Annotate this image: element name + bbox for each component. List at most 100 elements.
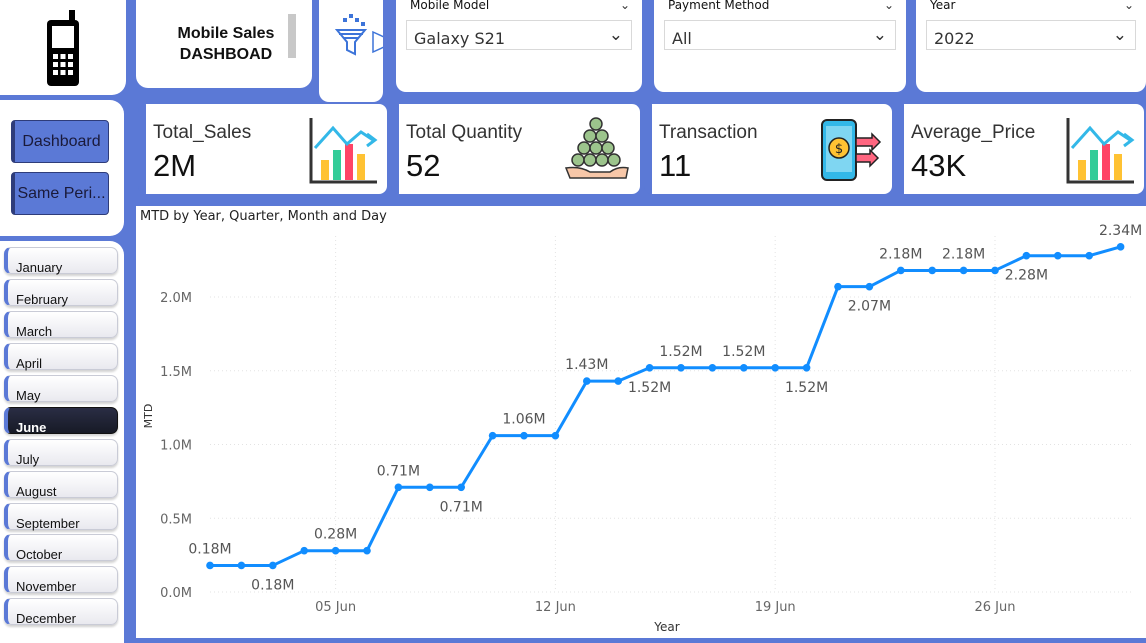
data-point (865, 282, 874, 291)
chevron-down-icon[interactable]: ⌄ (1113, 25, 1127, 45)
x-axis-title: Year (653, 620, 679, 634)
data-point (614, 377, 622, 385)
filter-funnel-icon (334, 14, 397, 56)
bar-chart-icon (1066, 118, 1135, 184)
x-tick-label: 26 Jun (975, 600, 1016, 615)
month-item-january[interactable]: January (4, 247, 118, 274)
month-item-april[interactable]: April (4, 343, 118, 370)
data-label: 0.71M (440, 499, 483, 515)
kpi-title: Transaction (659, 122, 758, 143)
data-point (928, 266, 936, 275)
data-point (645, 364, 654, 372)
filter-button[interactable] (319, 0, 397, 102)
data-point (708, 364, 717, 372)
kpi-title: Total_Sales (153, 122, 252, 143)
payment-method-label: Payment Method (668, 0, 770, 12)
mobile-model-value: Galaxy S21 (414, 29, 505, 48)
data-point (897, 266, 905, 275)
chevron-down-icon[interactable]: ⌄ (620, 0, 630, 12)
mobile-model-label: Mobile Model (410, 0, 490, 12)
data-point (740, 364, 748, 372)
data-point (834, 282, 842, 291)
data-label: 0.28M (314, 527, 357, 543)
month-item-december[interactable]: December (4, 598, 118, 625)
x-tick-label: 05 Jun (315, 600, 356, 615)
svg-text:$: $ (835, 142, 843, 157)
data-point (363, 546, 371, 555)
chevron-down-icon[interactable]: ⌄ (609, 25, 623, 45)
dashboard-nav-button[interactable]: Dashboard (11, 120, 109, 163)
data-point (520, 431, 528, 440)
chevron-down-icon[interactable]: ⌄ (873, 25, 887, 45)
mobile-model-slicer: Mobile Model ⌄ Galaxy S21 ⌄ (396, 0, 642, 92)
kpi-value: 43K (911, 148, 967, 183)
title-line-2: DASHBOAD (179, 46, 273, 63)
data-label: 1.52M (722, 344, 765, 360)
month-item-november[interactable]: November (4, 566, 118, 593)
month-item-september[interactable]: September (4, 503, 118, 530)
y-tick-label: 0.5M (160, 512, 192, 527)
data-label: 1.43M (565, 357, 608, 373)
mobile-model-dropdown[interactable]: Galaxy S21 ⌄ (406, 20, 632, 50)
data-point (331, 546, 340, 555)
data-point (206, 561, 214, 570)
logo-card (0, 0, 126, 95)
month-item-march[interactable]: March (4, 311, 118, 338)
year-label: Year (930, 0, 956, 12)
chart-title: MTD by Year, Quarter, Month and Day (140, 209, 387, 224)
chevron-down-icon[interactable]: ⌄ (884, 0, 894, 12)
kpi-value: 2M (153, 148, 197, 183)
chevron-down-icon[interactable]: ⌄ (1124, 0, 1134, 12)
year-value: 2022 (934, 29, 975, 48)
y-axis-title: MTD (142, 404, 155, 429)
data-label: 1.52M (785, 380, 828, 396)
side-navigation: Dashboard Same Peri... (0, 100, 124, 236)
y-tick-label: 1.5M (160, 365, 192, 380)
same-period-nav-button[interactable]: Same Peri... (11, 172, 109, 215)
x-tick-label: 19 Jun (755, 600, 796, 615)
month-item-august[interactable]: August (4, 471, 118, 498)
mobile-phone-icon (47, 9, 79, 86)
month-item-may[interactable]: May (4, 375, 118, 402)
data-label: 1.52M (659, 344, 702, 360)
data-point (300, 546, 308, 555)
data-label: 1.06M (502, 412, 545, 428)
month-item-july[interactable]: July (4, 439, 118, 466)
month-item-february[interactable]: February (4, 279, 118, 306)
data-point (269, 561, 277, 570)
month-slicer-panel: January February March April May June Ju… (0, 241, 124, 643)
dashboard-title-card: Mobile Sales DASHBOAD (136, 0, 312, 88)
data-label: 2.07M (848, 299, 891, 315)
kpi-title: Average_Price (911, 122, 1036, 143)
x-tick-label: 12 Jun (535, 600, 576, 615)
payment-method-dropdown[interactable]: All ⌄ (664, 20, 896, 50)
data-point (457, 483, 466, 492)
data-point (677, 364, 685, 372)
data-label: 2.18M (942, 246, 985, 262)
month-item-october[interactable]: October (4, 534, 118, 561)
data-label: 1.52M (628, 380, 671, 396)
data-point (394, 483, 403, 492)
kpi-transaction: Transaction 11 $ (644, 104, 892, 194)
data-point (1054, 251, 1062, 260)
data-point (771, 364, 779, 372)
kpi-total-sales: Total_Sales 2M (138, 104, 387, 194)
title-accent-bar (288, 14, 296, 58)
year-slicer: Year ⌄ 2022 ⌄ (916, 0, 1146, 92)
coins-hand-icon (564, 117, 629, 179)
data-point (551, 431, 560, 440)
bar-chart-icon (309, 118, 378, 184)
data-point (991, 266, 999, 275)
kpi-average-price: Average_Price 43K (896, 104, 1144, 194)
kpi-total-quantity: Total Quantity 52 (391, 104, 640, 194)
data-label: 0.71M (377, 463, 420, 479)
y-tick-label: 2.0M (160, 291, 192, 306)
year-dropdown[interactable]: 2022 ⌄ (926, 20, 1136, 50)
kpi-value: 52 (406, 148, 441, 183)
month-item-june[interactable]: June (4, 407, 118, 434)
page-title: Mobile Sales DASHBOAD (178, 23, 275, 65)
data-point (959, 266, 968, 275)
data-label: 0.18M (251, 577, 294, 593)
series-line (210, 245, 1122, 567)
data-point (583, 377, 591, 385)
